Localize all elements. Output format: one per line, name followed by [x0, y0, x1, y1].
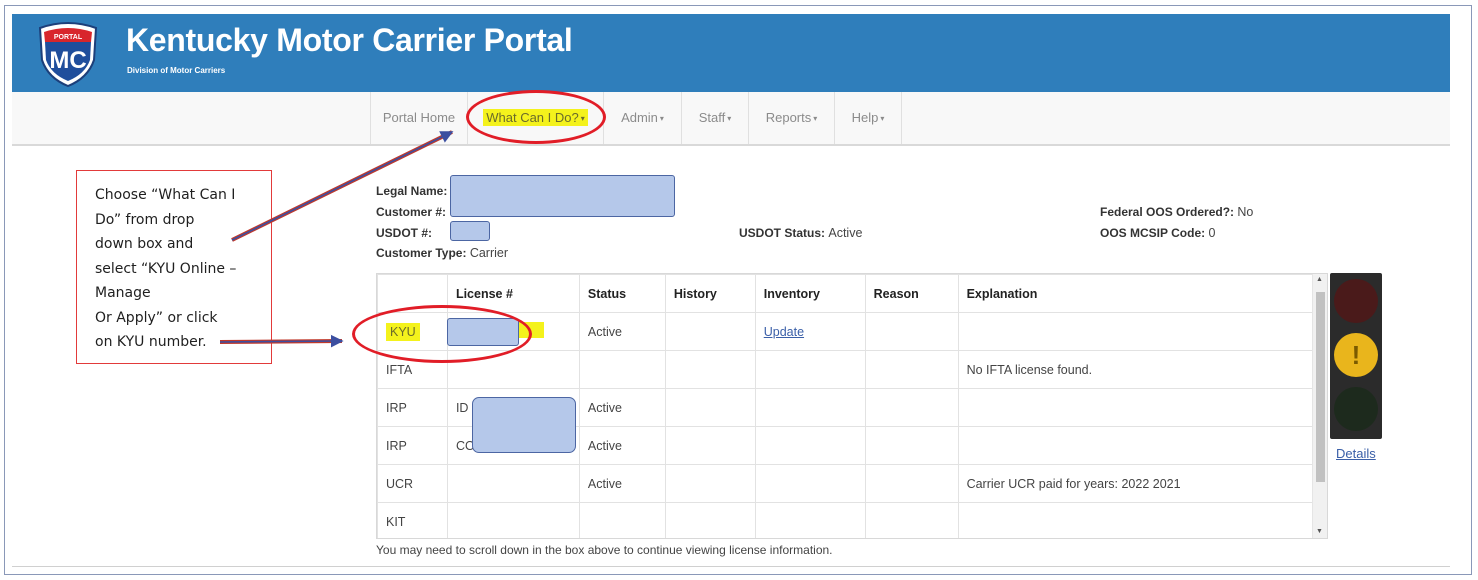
site-title: Kentucky Motor Carrier Portal	[126, 22, 573, 58]
column-status: Status	[578, 274, 666, 313]
redacted-legal-name	[450, 175, 675, 217]
warning-light-icon: !	[1334, 333, 1378, 377]
svg-text:PORTAL: PORTAL	[54, 34, 83, 41]
customer-number-row: Customer #:	[376, 205, 447, 219]
column-license: License #	[446, 274, 580, 313]
redacted-irp-license	[472, 397, 576, 453]
customer-type-row: Customer Type: Carrier	[376, 246, 509, 260]
green-light-icon	[1334, 387, 1378, 431]
redacted-kyu-license	[447, 318, 519, 346]
nav-help[interactable]: Help ▾	[835, 92, 902, 144]
usdot-status-row: USDOT Status: Active	[739, 226, 863, 240]
nav-staff[interactable]: Staff ▾	[682, 92, 749, 144]
nav-admin[interactable]: Admin ▾	[604, 92, 682, 144]
federal-oos-row: Federal OOS Ordered?: No	[1100, 205, 1254, 219]
nav-portal-home[interactable]: Portal Home	[370, 92, 468, 144]
site-header: PORTAL MC Kentucky Motor Carrier Portal …	[12, 14, 1450, 92]
column-inventory: Inventory	[754, 274, 866, 313]
column-reason: Reason	[864, 274, 959, 313]
caret-down-icon: ▾	[813, 114, 818, 123]
kyu-type-highlight: KYU	[386, 322, 420, 341]
usdot-number-row: USDOT #:	[376, 226, 433, 240]
what-can-i-do-highlight: What Can I Do? ▾	[483, 109, 588, 126]
site-subtitle: Division of Motor Carriers	[127, 66, 226, 75]
mc-portal-logo[interactable]: PORTAL MC	[36, 18, 100, 88]
oos-mcsip-row: OOS MCSIP Code: 0	[1100, 226, 1216, 240]
table-row-kit: KIT	[377, 502, 1314, 538]
status-traffic-light: !	[1330, 273, 1382, 439]
svg-text:MC: MC	[49, 47, 86, 74]
caret-down-icon: ▾	[727, 114, 732, 123]
table-row-ucr: UCR Active Carrier UCR paid for years: 2…	[377, 464, 1314, 503]
caret-down-icon: ▾	[659, 114, 664, 123]
scroll-up-icon[interactable]: ▲	[1316, 276, 1323, 283]
red-light-icon	[1334, 279, 1378, 323]
column-history: History	[664, 274, 756, 313]
page-divider	[12, 566, 1450, 567]
table-scrollbar[interactable]: ▲ ▼	[1312, 274, 1327, 538]
instruction-callout: Choose “What Can I Do” from drop down bo…	[76, 170, 272, 364]
legal-name-row: Legal Name:	[376, 184, 448, 198]
nav-reports[interactable]: Reports ▾	[749, 92, 835, 144]
nav-what-can-i-do[interactable]: What Can I Do? ▾	[468, 92, 604, 144]
main-navbar: Portal Home What Can I Do? ▾ Admin ▾ Staff…	[12, 92, 1450, 146]
redacted-usdot	[450, 221, 490, 241]
scroll-thumb[interactable]	[1316, 292, 1325, 482]
scroll-down-icon[interactable]: ▼	[1316, 528, 1323, 535]
details-link[interactable]: Details	[1336, 446, 1376, 461]
caret-down-icon: ▾	[880, 114, 885, 123]
caret-down-icon: ▾	[580, 114, 585, 123]
column-explanation: Explanation	[957, 274, 1314, 313]
scroll-hint: You may need to scroll down in the box a…	[376, 543, 833, 557]
table-header-row: License # Status History Inventory Reaso…	[377, 274, 1314, 313]
table-row-ifta: IFTA No IFTA license found.	[377, 350, 1314, 389]
kyu-update-link[interactable]: Update	[764, 325, 804, 339]
